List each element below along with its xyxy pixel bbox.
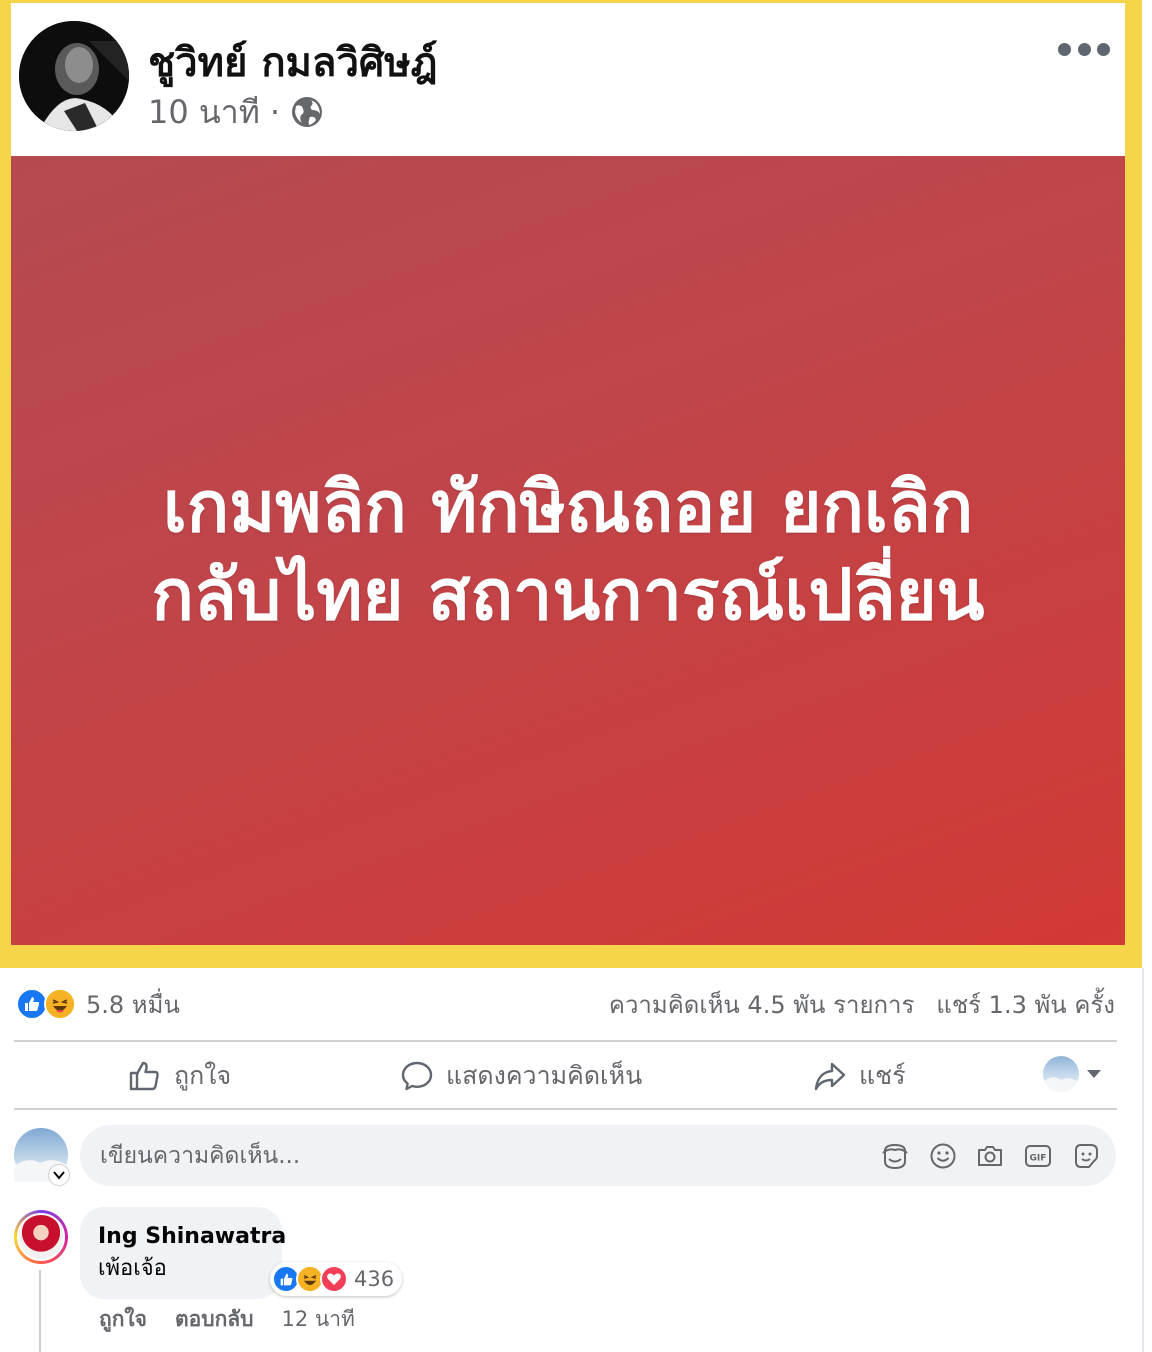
comment-actions: ถูกใจ ตอบกลับ 12 นาที bbox=[99, 1303, 355, 1333]
comment-bubble: Ing Shinawatra เพ้อเจ้อ bbox=[80, 1207, 286, 1299]
comment-reactions[interactable]: 436 bbox=[270, 1262, 403, 1296]
commenter-avatar[interactable] bbox=[14, 1210, 68, 1264]
svg-text:GIF: GIF bbox=[1030, 1154, 1047, 1164]
post-meta: 10 นาที · bbox=[148, 90, 324, 134]
like-button[interactable]: ถูกใจ bbox=[128, 1052, 231, 1100]
reaction-count: 5.8 หมื่น bbox=[86, 990, 180, 1019]
comment-button[interactable]: แสดงความคิดเห็น bbox=[400, 1052, 642, 1100]
globe-icon[interactable] bbox=[290, 95, 324, 129]
comment-reply-link[interactable]: ตอบกลับ bbox=[175, 1303, 254, 1333]
emoji-icon[interactable] bbox=[928, 1141, 958, 1171]
share-label: แชร์ bbox=[859, 1061, 906, 1090]
engagement-stats: ความคิดเห็น 4.5 พัน รายการ แชร์ 1.3 พัน … bbox=[609, 985, 1115, 1023]
comment-icon bbox=[401, 1061, 433, 1091]
reaction-identity-selector[interactable] bbox=[1043, 1056, 1101, 1092]
frame-bottom bbox=[0, 945, 1142, 968]
author-avatar[interactable] bbox=[19, 21, 129, 131]
more-dot bbox=[1077, 42, 1091, 56]
sticker-icon[interactable] bbox=[1071, 1141, 1101, 1171]
share-button[interactable]: แชร์ bbox=[813, 1052, 906, 1100]
page-edge bbox=[1142, 968, 1144, 1352]
headline-line-2: กลับไทย สถานการณ์เปลี่ยน bbox=[151, 553, 985, 636]
post-time[interactable]: 10 นาที bbox=[148, 87, 260, 138]
comment-label: แสดงความคิดเห็น bbox=[446, 1061, 643, 1090]
comment-time[interactable]: 12 นาที bbox=[282, 1303, 355, 1333]
author-photo bbox=[19, 21, 129, 131]
commenter-photo bbox=[17, 1213, 65, 1261]
comment-count[interactable]: ความคิดเห็น 4.5 พัน รายการ bbox=[609, 985, 915, 1024]
meta-separator: · bbox=[269, 93, 280, 131]
divider bbox=[14, 1040, 1117, 1042]
commenter-name[interactable]: Ing Shinawatra bbox=[98, 1221, 286, 1253]
author-name[interactable]: ชูวิทย์ กมลวิศิษฎ์ bbox=[148, 30, 438, 94]
comment-reaction-count: 436 bbox=[354, 1267, 395, 1291]
frame-left bbox=[0, 0, 11, 968]
more-horizontal-icon[interactable] bbox=[1058, 36, 1110, 62]
comment-like-link[interactable]: ถูกใจ bbox=[99, 1303, 147, 1333]
post-image[interactable]: เกมพลิก ทักษิณถอย ยกเลิก กลับไทย สถานการ… bbox=[11, 156, 1125, 945]
comment-composer[interactable]: GIF bbox=[80, 1125, 1116, 1186]
gif-icon[interactable]: GIF bbox=[1023, 1141, 1053, 1171]
like-label: ถูกใจ bbox=[174, 1061, 232, 1090]
thread-line bbox=[39, 1270, 41, 1352]
haha-reaction-icon bbox=[44, 988, 76, 1020]
frame-right bbox=[1125, 0, 1142, 968]
frame-top bbox=[0, 0, 1142, 3]
more-dot bbox=[1058, 42, 1071, 56]
avatar-sticker-icon[interactable] bbox=[880, 1141, 910, 1171]
comment-text: เพ้อเจ้อ bbox=[98, 1256, 167, 1281]
more-dot bbox=[1097, 42, 1110, 56]
reaction-summary[interactable]: 5.8 หมื่น bbox=[16, 985, 180, 1023]
share-count[interactable]: แชร์ 1.3 พัน ครั้ง bbox=[936, 985, 1115, 1024]
comment-input[interactable] bbox=[100, 1125, 860, 1186]
current-user-mini-avatar bbox=[1043, 1056, 1079, 1092]
headline-line-1: เกมพลิก ทักษิณถอย ยกเลิก bbox=[162, 465, 974, 548]
love-reaction-icon bbox=[320, 1265, 348, 1293]
share-arrow-icon bbox=[814, 1062, 846, 1091]
chevron-down-icon[interactable] bbox=[48, 1164, 70, 1186]
camera-icon[interactable] bbox=[975, 1141, 1005, 1171]
divider bbox=[14, 1108, 1117, 1110]
thumbs-up-icon bbox=[129, 1061, 159, 1091]
chevron-down-icon bbox=[1087, 1070, 1101, 1078]
